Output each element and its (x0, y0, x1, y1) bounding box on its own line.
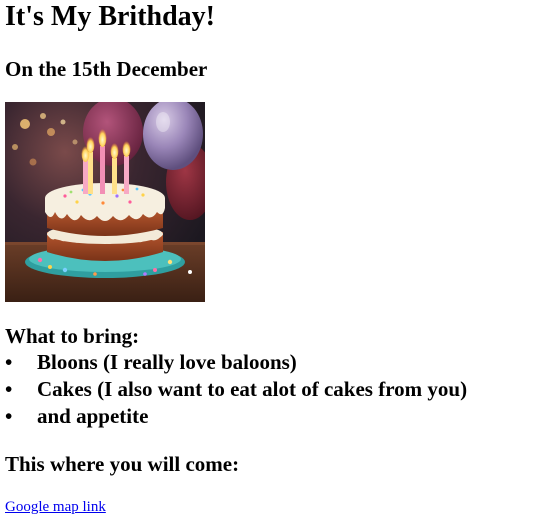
list-item-text: Bloons (I really love baloons) (37, 350, 297, 374)
list-item: • Bloons (I really love baloons) (5, 349, 467, 376)
bullet-icon: • (5, 377, 13, 401)
birthday-cake-image (5, 102, 205, 302)
bring-list: • Bloons (I really love baloons) • Cakes… (5, 349, 467, 430)
list-item: • and appetite (5, 403, 467, 430)
bullet-icon: • (5, 350, 13, 374)
location-heading: This where you will come: (5, 452, 240, 476)
what-to-bring-heading: What to bring: (5, 324, 140, 348)
page-subtitle: On the 15th December (5, 57, 208, 81)
bullet-icon: • (5, 404, 13, 428)
list-item: • Cakes (I also want to eat alot of cake… (5, 376, 467, 403)
list-item-text: Cakes (I also want to eat alot of cakes … (37, 377, 468, 401)
list-item-text: and appetite (37, 404, 149, 428)
google-map-link[interactable]: Google map link (5, 497, 106, 517)
page-title: It's My Brithday! (5, 1, 215, 32)
